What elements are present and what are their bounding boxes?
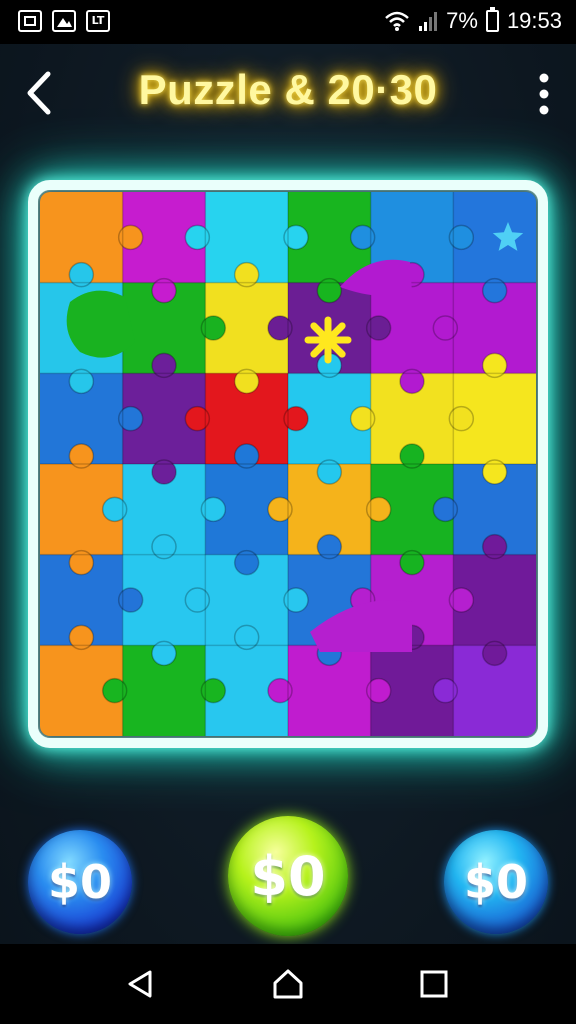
screenshot-icon [18, 10, 42, 32]
green-splash [66, 290, 135, 358]
home-icon[interactable] [270, 966, 306, 1002]
coin-button-center[interactable]: $0 [228, 816, 348, 936]
more-vertical-icon[interactable] [538, 72, 550, 116]
page-title: Puzzle & 20·30 [138, 66, 438, 113]
square-recents-icon[interactable] [416, 966, 452, 1002]
puzzle-board[interactable] [40, 192, 536, 736]
asterisk-icon [304, 316, 352, 364]
battery-percent: 7% [446, 8, 478, 33]
coin-button-right[interactable]: $0 [444, 830, 548, 934]
navigation-bar [0, 944, 576, 1024]
clock: 19:53 [506, 8, 562, 33]
image-icon [52, 10, 76, 32]
header: Puzzle & 20·30 [0, 44, 576, 144]
wifi-icon [385, 11, 409, 31]
signal-icon [419, 12, 438, 31]
puzzle-grid[interactable] [40, 192, 536, 736]
system-indicators: 7% 19:53 [384, 7, 562, 34]
battery-icon [485, 7, 499, 32]
status-bar: LT 7% 19:53 [0, 0, 576, 44]
triangle-back-icon[interactable] [122, 966, 158, 1002]
lt-icon: LT [86, 10, 110, 32]
notification-icons: LT [18, 10, 110, 32]
coin-button-left[interactable]: $0 [28, 830, 132, 934]
